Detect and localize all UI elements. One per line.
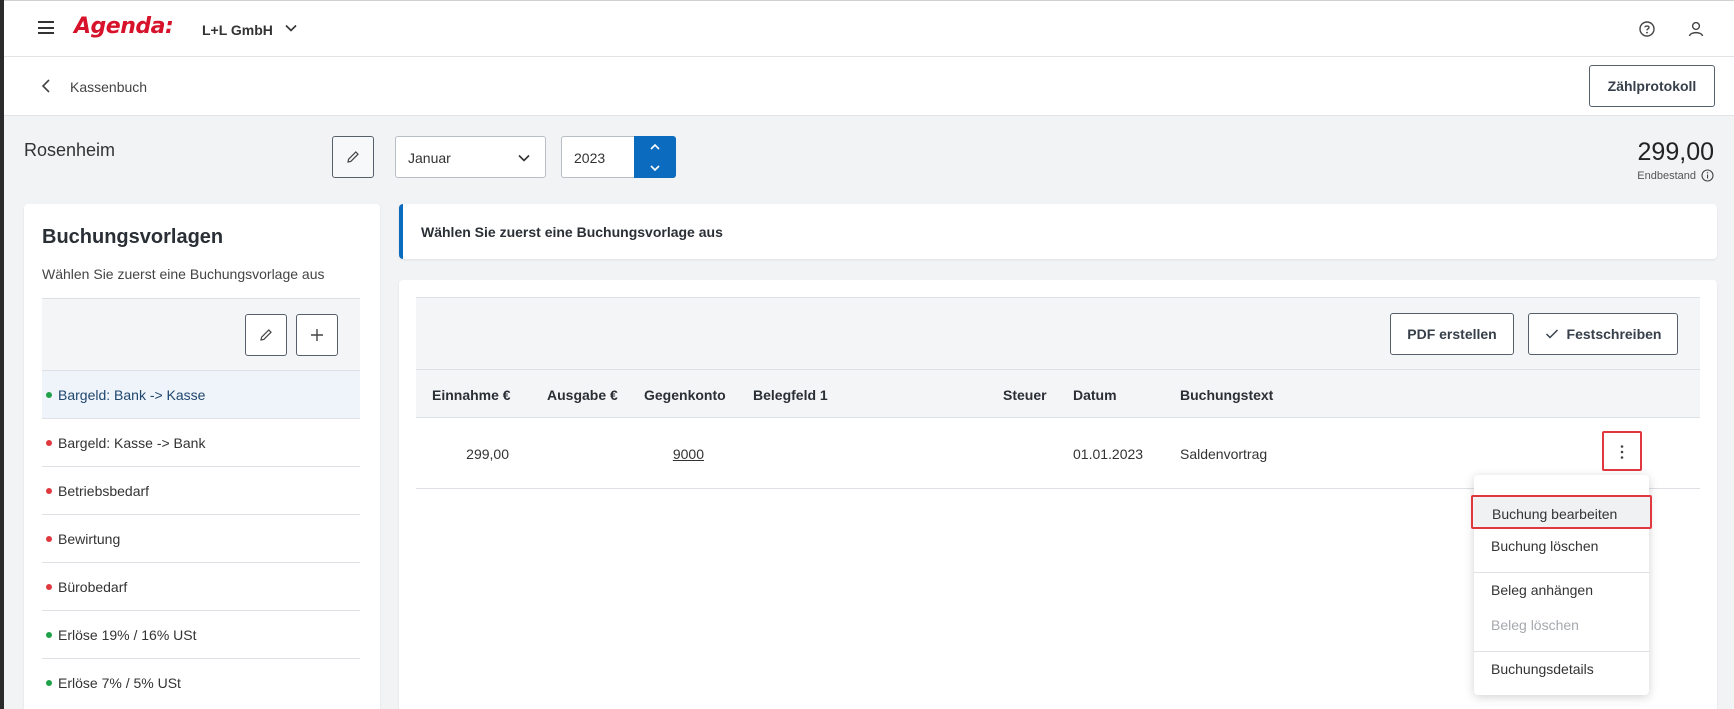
help-icon[interactable]	[1638, 20, 1656, 38]
info-message: Wählen Sie zuerst eine Buchungsvorlage a…	[421, 224, 723, 240]
page-title: Rosenheim	[24, 140, 116, 160]
row-context-menu: Buchung bearbeiten Buchung löschen Beleg…	[1471, 475, 1652, 695]
cell-buchungstext: Saldenvortrag	[1180, 446, 1268, 462]
chevron-down-icon	[518, 154, 530, 162]
chevron-down-icon[interactable]	[284, 21, 298, 35]
column-header-ausgabe[interactable]: Ausgabe €	[547, 387, 618, 403]
pencil-icon	[260, 329, 272, 341]
templates-title: Buchungsvorlagen	[42, 226, 224, 248]
column-header-einnahme[interactable]: Einnahme €	[432, 387, 511, 403]
list-item[interactable]: Erlöse 7% / 5% USt	[42, 658, 360, 706]
status-dot	[46, 583, 52, 590]
cell-gegenkonto[interactable]: 9000	[673, 446, 704, 462]
menu-item-buchung-loeschen[interactable]: Buchung löschen	[1474, 529, 1649, 563]
user-icon[interactable]	[1687, 20, 1705, 38]
templates-list: Bargeld: Bank -> Kasse Bargeld: Kasse ->…	[42, 370, 360, 706]
templates-toolbar	[42, 298, 360, 370]
balance-label-row: Endbestand	[1637, 169, 1714, 182]
menu-icon[interactable]	[38, 21, 54, 35]
column-header-buchungstext[interactable]: Buchungstext	[1180, 387, 1273, 403]
menu-item-buchung-bearbeiten[interactable]: Buchung bearbeiten	[1471, 495, 1652, 529]
festschreiben-label: Festschreiben	[1566, 326, 1662, 342]
chevron-left-icon[interactable]	[40, 78, 52, 94]
chevron-up-icon	[650, 143, 660, 150]
year-stepper[interactable]	[634, 136, 676, 178]
back-link[interactable]: Kassenbuch	[70, 79, 147, 95]
status-dot	[46, 391, 52, 398]
cell-datum: 01.01.2023	[1073, 446, 1144, 462]
chevron-down-icon	[650, 165, 660, 172]
check-icon	[1545, 329, 1558, 339]
year-increment-button[interactable]	[634, 136, 676, 157]
top-bar: Agenda: L+L GmbH	[4, 0, 1734, 57]
list-item-label: Bargeld: Kasse -> Bank	[58, 434, 206, 451]
balance-display: 299,00 Endbestand	[1637, 138, 1714, 182]
info-banner: Wählen Sie zuerst eine Buchungsvorlage a…	[399, 204, 1717, 259]
menu-item-beleg-anhaengen[interactable]: Beleg anhängen	[1474, 573, 1649, 607]
templates-panel: Buchungsvorlagen Wählen Sie zuerst eine …	[24, 204, 380, 709]
status-dot	[46, 439, 52, 446]
menu-item-beleg-loeschen: Beleg löschen	[1491, 617, 1579, 633]
pdf-button[interactable]: PDF erstellen	[1390, 313, 1514, 355]
table-header: Einnahme € Ausgabe € Gegenkonto Belegfel…	[416, 369, 1700, 418]
list-item-label: Bürobedarf	[58, 578, 128, 595]
row-actions-button[interactable]	[1602, 431, 1642, 471]
info-icon[interactable]	[1701, 169, 1714, 182]
kebab-icon	[1620, 445, 1624, 459]
pencil-icon	[347, 151, 359, 163]
column-header-belegfeld[interactable]: Belegfeld 1	[753, 387, 828, 403]
list-item-label: Betriebsbedarf	[58, 482, 150, 499]
month-select[interactable]: Januar	[395, 136, 546, 178]
status-dot	[46, 631, 52, 638]
year-input[interactable]: 2023	[561, 136, 635, 178]
balance-amount: 299,00	[1637, 138, 1714, 166]
list-item-label: Erlöse 7% / 5% USt	[58, 674, 181, 691]
festschreiben-button[interactable]: Festschreiben	[1528, 313, 1678, 355]
column-header-datum[interactable]: Datum	[1073, 387, 1117, 403]
zaehlprotokoll-button[interactable]: Zählprotokoll	[1589, 65, 1715, 107]
status-dot	[46, 487, 52, 494]
list-item[interactable]: Bargeld: Kasse -> Bank	[42, 418, 360, 466]
month-value: Januar	[408, 150, 451, 166]
list-item[interactable]: Betriebsbedarf	[42, 466, 360, 514]
list-item[interactable]: Bewirtung	[42, 514, 360, 562]
templates-subtitle: Wählen Sie zuerst eine Buchungsvorlage a…	[42, 266, 325, 282]
menu-item-buchungsdetails[interactable]: Buchungsdetails	[1474, 652, 1649, 686]
column-header-gegenkonto[interactable]: Gegenkonto	[644, 387, 726, 403]
breadcrumb-bar: Kassenbuch Zählprotokoll	[4, 57, 1734, 116]
add-template-button[interactable]	[296, 314, 338, 356]
edit-template-button[interactable]	[245, 314, 287, 356]
list-item-label: Erlöse 19% / 16% USt	[58, 626, 197, 643]
list-item-label: Bewirtung	[58, 530, 121, 547]
column-header-steuer[interactable]: Steuer	[1003, 387, 1047, 403]
plus-icon	[311, 329, 323, 341]
edit-location-button[interactable]	[332, 136, 374, 178]
list-item-label: Bargeld: Bank -> Kasse	[58, 386, 206, 403]
list-item[interactable]: Bürobedarf	[42, 562, 360, 610]
company-selector-label[interactable]: L+L GmbH	[202, 22, 273, 38]
year-decrement-button[interactable]	[634, 157, 676, 178]
year-value: 2023	[574, 150, 606, 166]
cell-einnahme: 299,00	[466, 446, 509, 462]
list-item[interactable]: Bargeld: Bank -> Kasse	[42, 370, 360, 418]
table-toolbar: PDF erstellen Festschreiben	[416, 297, 1700, 369]
list-item[interactable]: Erlöse 19% / 16% USt	[42, 610, 360, 658]
status-dot	[46, 535, 52, 542]
status-dot	[46, 679, 52, 686]
app-logo[interactable]: Agenda:	[74, 14, 174, 39]
balance-label: Endbestand	[1637, 169, 1696, 182]
